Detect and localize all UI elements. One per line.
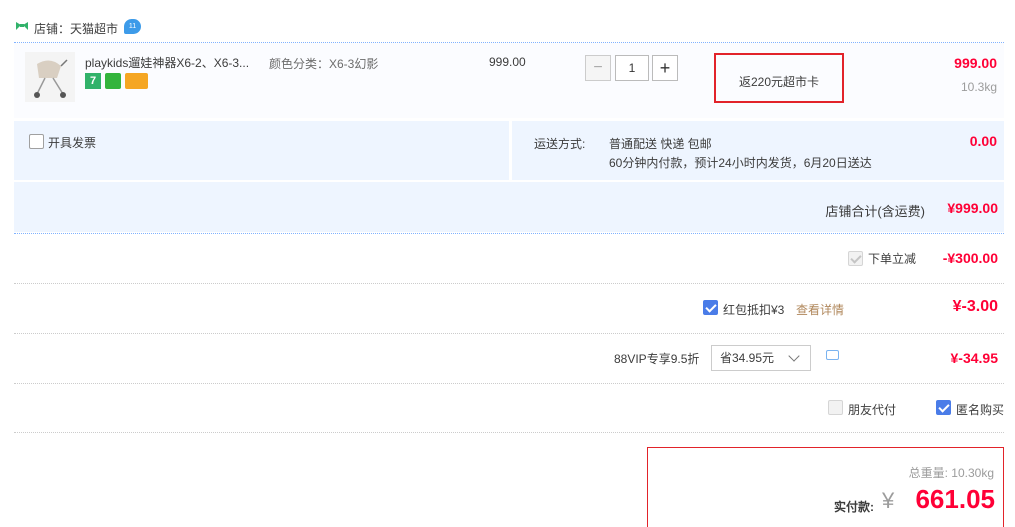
total-weight: 总重量: 10.30kg <box>908 466 994 480</box>
invoice-label[interactable]: 开具发票 <box>48 134 96 151</box>
guarantee-icon <box>105 73 121 89</box>
vip-discount-value: ¥-34.95 <box>950 350 998 366</box>
order-discount-checkbox <box>848 251 863 266</box>
shop-icon <box>16 22 28 30</box>
red-packet-value: ¥-3.00 <box>952 298 998 315</box>
shipping-note: 60分钟内付款，预计24小时内发货，6月20日送达 <box>609 156 872 170</box>
divider <box>14 283 1004 284</box>
product-sku: 颜色分类：X6-3幻影 <box>269 57 379 71</box>
shop-total-label: 店铺合计(含运费) <box>825 204 925 219</box>
currency-symbol: ¥ <box>882 488 895 513</box>
order-discount-value: -¥300.00 <box>942 250 998 266</box>
shop-name[interactable]: 店铺：天猫超市 <box>34 20 118 37</box>
seven-day-return-icon: 7 <box>85 73 101 89</box>
item-total-price: 999.00 <box>954 55 997 71</box>
shop-total-value: ¥999.00 <box>947 200 998 216</box>
wangwang-chat-icon[interactable]: 11 <box>124 19 141 34</box>
red-packet-label[interactable]: 红包抵扣¥3 <box>723 301 784 318</box>
friend-pay-checkbox[interactable] <box>828 400 843 415</box>
quantity-increase-button[interactable]: + <box>652 55 678 81</box>
unit-price: 999.00 <box>489 55 526 69</box>
anonymous-purchase-checkbox[interactable] <box>936 400 951 415</box>
red-packet-checkbox[interactable] <box>703 300 718 315</box>
quantity-decrease-button[interactable]: − <box>585 55 611 81</box>
invoice-checkbox[interactable] <box>29 134 44 149</box>
divider <box>14 180 1004 182</box>
divider <box>14 383 1004 384</box>
shipping-fee: 0.00 <box>969 133 997 149</box>
product-thumbnail[interactable] <box>25 52 75 102</box>
anonymous-purchase-label[interactable]: 匿名购买 <box>956 401 1004 418</box>
view-details-link[interactable]: 查看详情 <box>796 301 844 318</box>
payment-amount: 661.05 <box>915 484 995 514</box>
shipping-label: 运送方式: <box>534 137 586 151</box>
vip-discount-label: 88VIP专享9.5折 <box>614 352 700 366</box>
divider <box>14 432 1004 433</box>
card-payment-icon <box>125 73 148 89</box>
item-weight: 10.3kg <box>960 80 997 94</box>
friend-pay-label[interactable]: 朋友代付 <box>848 401 896 418</box>
quantity-input[interactable]: 1 <box>615 55 649 81</box>
product-title[interactable]: playkids遛娃神器X6-2、X6-3... <box>85 54 265 71</box>
payment-label: 实付款: <box>834 500 874 514</box>
divider <box>509 121 512 181</box>
promo-text: 返220元超市卡 <box>738 75 820 89</box>
message-icon[interactable] <box>826 350 839 360</box>
divider <box>14 233 1004 234</box>
stroller-image <box>34 59 68 98</box>
shipping-method: 普通配送 快递 包邮 <box>609 137 712 151</box>
divider <box>14 333 1004 334</box>
